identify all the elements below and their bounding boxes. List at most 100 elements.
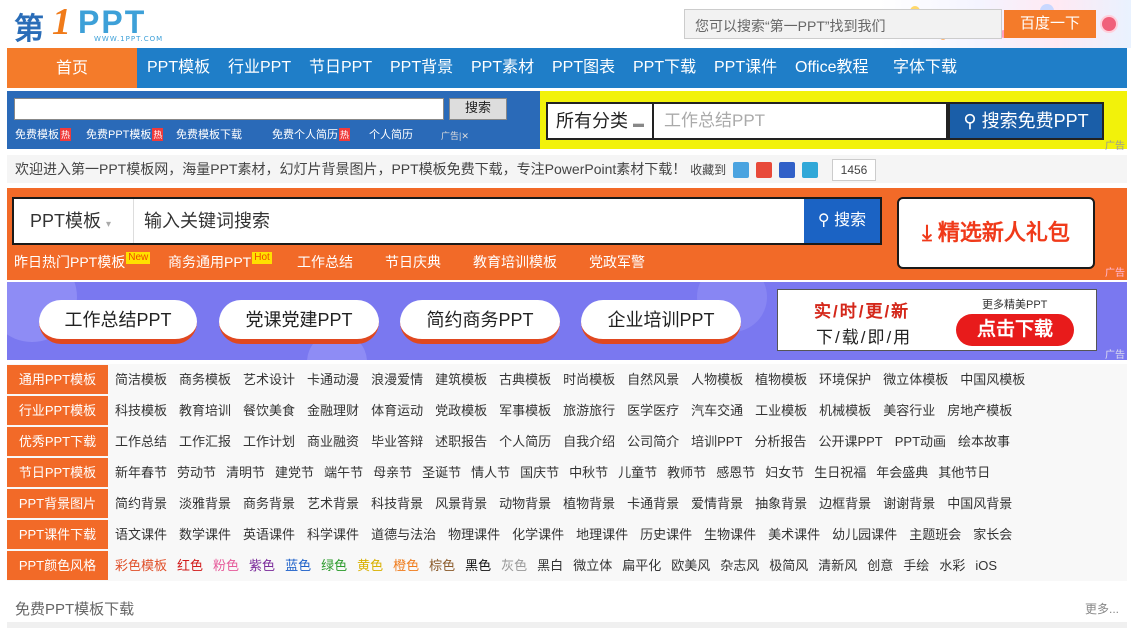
category-link[interactable]: 艺术背景 — [307, 496, 359, 511]
category-link[interactable]: 汽车交通 — [691, 403, 743, 418]
category-link[interactable]: 新年春节 — [115, 465, 167, 480]
category-link[interactable]: 自我介绍 — [563, 434, 615, 449]
category-link[interactable]: 动物背景 — [499, 496, 551, 511]
category-link[interactable]: 极简风 — [769, 558, 808, 573]
category-link[interactable]: 述职报告 — [435, 434, 487, 449]
category-link[interactable]: 植物模板 — [755, 372, 807, 387]
category-link[interactable]: 工业模板 — [755, 403, 807, 418]
category-link[interactable]: 建筑模板 — [435, 372, 487, 387]
hot-link[interactable]: 昨日热门PPT模板 New — [14, 252, 151, 272]
category-link[interactable]: 主题班会 — [909, 527, 961, 542]
nav-item[interactable]: PPT下载 — [633, 48, 696, 88]
category-link[interactable]: 古典模板 — [499, 372, 551, 387]
category-heading[interactable]: 通用PPT模板 — [7, 365, 108, 394]
category-link[interactable]: 淡雅背景 — [179, 496, 231, 511]
category-link[interactable]: 手绘 — [903, 558, 929, 573]
category-link[interactable]: 其他节日 — [938, 465, 990, 480]
category-link[interactable]: 金融理财 — [307, 403, 359, 418]
ad-search-button[interactable]: 搜索 — [449, 98, 507, 120]
category-link[interactable]: 红色 — [177, 558, 203, 573]
category-link[interactable]: 教师节 — [667, 465, 706, 480]
category-link[interactable]: 水彩 — [939, 558, 965, 573]
category-link[interactable]: 道德与法治 — [371, 527, 436, 542]
category-link[interactable]: 中秋节 — [569, 465, 608, 480]
promo-pill[interactable]: 党课党建PPT — [219, 300, 379, 344]
category-heading[interactable]: 行业PPT模板 — [7, 396, 108, 425]
category-link[interactable]: 教育培训 — [179, 403, 231, 418]
category-link[interactable]: 科技背景 — [371, 496, 423, 511]
category-link[interactable]: 欧美风 — [671, 558, 710, 573]
category-heading[interactable]: PPT背景图片 — [7, 489, 108, 518]
category-link[interactable]: 地理课件 — [576, 527, 628, 542]
category-link[interactable]: 数学课件 — [179, 527, 231, 542]
category-select[interactable]: 所有分类 ▬ — [546, 102, 652, 140]
hot-link[interactable]: 教育培训模板 — [473, 252, 557, 272]
category-link[interactable]: 家长会 — [973, 527, 1012, 542]
category-link[interactable]: 卡通背景 — [627, 496, 679, 511]
category-search-input[interactable]: 工作总结PPT — [652, 102, 948, 140]
category-link[interactable]: 妇女节 — [765, 465, 804, 480]
nav-item[interactable]: PPT背景 — [390, 48, 453, 88]
category-link[interactable]: 黑白 — [537, 558, 563, 573]
category-link[interactable]: 生日祝福 — [814, 465, 866, 480]
ad-search-input[interactable] — [14, 98, 444, 120]
category-link[interactable]: 清明节 — [226, 465, 265, 480]
nav-item[interactable]: PPT模板 — [147, 48, 210, 88]
category-link[interactable]: 风景背景 — [435, 496, 487, 511]
category-link[interactable]: 自然风景 — [627, 372, 679, 387]
category-link[interactable]: 培训PPT — [691, 434, 742, 449]
category-link[interactable]: 商业融资 — [307, 434, 359, 449]
category-link[interactable]: 棕色 — [429, 558, 455, 573]
category-link[interactable]: 绿色 — [321, 558, 347, 573]
category-link[interactable]: 科学课件 — [307, 527, 359, 542]
category-link[interactable]: 情人节 — [471, 465, 510, 480]
site-logo[interactable]: 第 1 PPT WWW.1PPT.COM — [14, 1, 184, 47]
category-link[interactable]: 爱情背景 — [691, 496, 743, 511]
category-link[interactable]: 个人简历 — [499, 434, 551, 449]
category-link[interactable]: 中国风模板 — [960, 372, 1025, 387]
category-link[interactable]: 公开课PPT — [818, 434, 882, 449]
category-link[interactable]: 餐饮美食 — [243, 403, 295, 418]
share-icon[interactable] — [801, 162, 818, 179]
category-heading[interactable]: PPT颜色风格 — [7, 551, 108, 580]
nav-item[interactable]: 字体下载 — [893, 48, 957, 88]
category-link[interactable]: 生物课件 — [704, 527, 756, 542]
category-link[interactable]: PPT动画 — [895, 434, 946, 449]
category-link[interactable]: 清新风 — [818, 558, 857, 573]
hot-link[interactable]: 党政军警 — [589, 252, 645, 272]
category-link[interactable]: 蓝色 — [285, 558, 311, 573]
category-link[interactable]: 黄色 — [357, 558, 383, 573]
category-link[interactable]: 橙色 — [393, 558, 419, 573]
category-link[interactable]: 扁平化 — [622, 558, 661, 573]
gift-pack-button[interactable]: ⤓ 精选新人礼包 — [897, 197, 1095, 269]
category-link[interactable]: 美容行业 — [883, 403, 935, 418]
category-link[interactable]: 语文课件 — [115, 527, 167, 542]
category-link[interactable]: 分析报告 — [754, 434, 806, 449]
category-link[interactable]: 端午节 — [324, 465, 363, 480]
nav-item[interactable]: 行业PPT — [228, 48, 291, 88]
promo-pill[interactable]: 简约商务PPT — [400, 300, 560, 344]
category-link[interactable]: 年会盛典 — [876, 465, 928, 480]
ad-close[interactable]: 广告|✕ — [441, 129, 469, 142]
category-heading[interactable]: PPT课件下载 — [7, 520, 108, 549]
category-link[interactable]: 儿童节 — [618, 465, 657, 480]
category-link[interactable]: 工作总结 — [115, 434, 167, 449]
category-link[interactable]: 历史课件 — [640, 527, 692, 542]
category-link[interactable]: 创意 — [867, 558, 893, 573]
ad-link[interactable]: 个人简历 — [369, 126, 413, 142]
weibo-icon[interactable] — [755, 162, 772, 179]
category-link[interactable]: 工作汇报 — [179, 434, 231, 449]
category-link[interactable]: 中国风背景 — [947, 496, 1012, 511]
category-link[interactable]: 抽象背景 — [755, 496, 807, 511]
category-link[interactable]: 建党节 — [275, 465, 314, 480]
category-link[interactable]: 灰色 — [501, 558, 527, 573]
category-link[interactable]: 工作计划 — [243, 434, 295, 449]
baidu-search-input[interactable]: 您可以搜索“第一PPT”找到我们 — [684, 9, 1002, 39]
baidu-search-button[interactable]: 百度一下 — [1004, 10, 1096, 38]
category-link[interactable]: 公司简介 — [627, 434, 679, 449]
category-link[interactable]: iOS — [975, 558, 997, 573]
nav-item[interactable]: 节日PPT — [309, 48, 372, 88]
category-link[interactable]: 人物模板 — [691, 372, 743, 387]
main-search-input[interactable]: 输入关键词搜索 — [144, 199, 794, 243]
category-link[interactable]: 微立体 — [573, 558, 612, 573]
